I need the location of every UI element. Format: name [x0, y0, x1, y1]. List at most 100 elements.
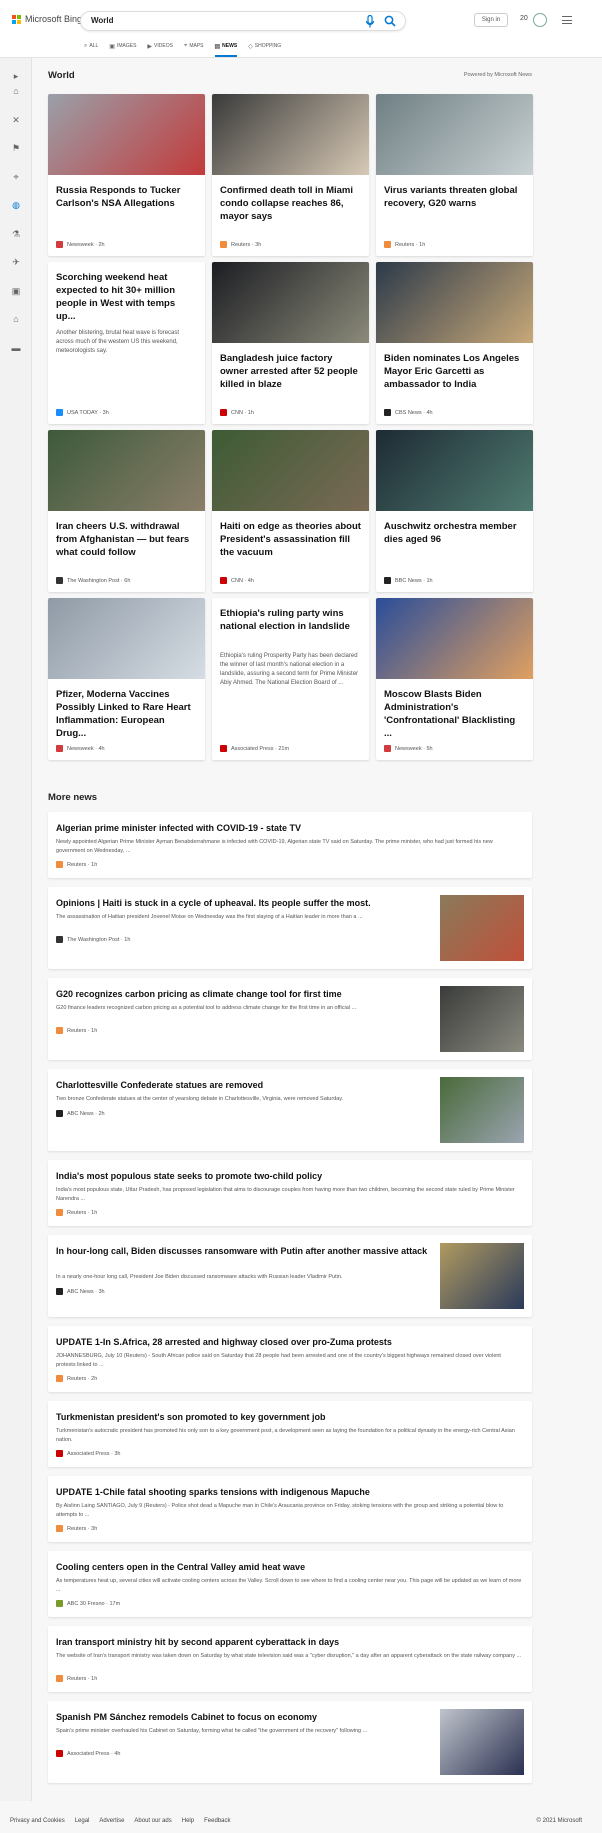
news-card-source[interactable]: Newsweek · 2h: [56, 241, 105, 248]
news-card-title[interactable]: Iran cheers U.S. withdrawal from Afghani…: [56, 520, 197, 559]
more-news-image[interactable]: [440, 1077, 524, 1143]
news-card-image[interactable]: [48, 598, 205, 679]
more-news-item[interactable]: Turkmenistan president's son promoted to…: [48, 1401, 532, 1467]
more-news-title[interactable]: Opinions | Haiti is stuck in a cycle of …: [56, 897, 428, 909]
footer-link[interactable]: Privacy and Cookies: [10, 1818, 65, 1824]
more-news-item[interactable]: UPDATE 1-In S.Africa, 28 arrested and hi…: [48, 1326, 532, 1392]
science-icon[interactable]: ⚗: [10, 228, 22, 240]
more-news-title[interactable]: G20 recognizes carbon pricing as climate…: [56, 988, 428, 1000]
news-card[interactable]: Iran cheers U.S. withdrawal from Afghani…: [48, 430, 205, 592]
more-news-title[interactable]: In hour-long call, Biden discusses ranso…: [56, 1245, 428, 1257]
news-card[interactable]: Haiti on edge as theories about Presiden…: [212, 430, 369, 592]
search-input[interactable]: World: [91, 16, 114, 25]
news-card[interactable]: Pfizer, Moderna Vaccines Possibly Linked…: [48, 598, 205, 760]
more-news-source[interactable]: Reuters · 1h: [56, 1027, 97, 1034]
news-card-image[interactable]: [376, 94, 533, 175]
news-card-title[interactable]: Moscow Blasts Biden Administration's 'Co…: [384, 688, 525, 740]
news-card-title[interactable]: Pfizer, Moderna Vaccines Possibly Linked…: [56, 688, 197, 740]
footer-link[interactable]: Legal: [75, 1818, 90, 1824]
tab-all[interactable]: ⌕ ALL: [84, 40, 98, 52]
more-news-source[interactable]: Reuters · 2h: [56, 1375, 97, 1382]
tab-videos[interactable]: ▶ VIDEOS: [147, 40, 173, 52]
sports-icon[interactable]: ✕: [10, 114, 22, 126]
news-card-image[interactable]: [48, 94, 205, 175]
search-box[interactable]: World: [80, 11, 406, 31]
flag-icon[interactable]: ⚑: [10, 142, 22, 154]
news-card[interactable]: Scorching weekend heat expected to hit 3…: [48, 262, 205, 424]
news-card[interactable]: Moscow Blasts Biden Administration's 'Co…: [376, 598, 533, 760]
footer-link[interactable]: About our ads: [134, 1818, 171, 1824]
news-card-source[interactable]: Newsweek · 5h: [384, 745, 433, 752]
news-card-image[interactable]: [212, 430, 369, 511]
news-card[interactable]: Biden nominates Los Angeles Mayor Eric G…: [376, 262, 533, 424]
more-news-item[interactable]: Algerian prime minister infected with CO…: [48, 812, 532, 878]
news-card-title[interactable]: Confirmed death toll in Miami condo coll…: [220, 184, 361, 223]
news-card[interactable]: Russia Responds to Tucker Carlson's NSA …: [48, 94, 205, 256]
news-card-source[interactable]: The Washington Post · 6h: [56, 577, 130, 584]
more-news-item[interactable]: G20 recognizes carbon pricing as climate…: [48, 978, 532, 1060]
news-card-title[interactable]: Biden nominates Los Angeles Mayor Eric G…: [384, 352, 525, 391]
news-card[interactable]: Confirmed death toll in Miami condo coll…: [212, 94, 369, 256]
more-news-source[interactable]: ABC News · 3h: [56, 1288, 105, 1295]
news-card[interactable]: Ethiopia's ruling party wins national el…: [212, 598, 369, 760]
more-news-item[interactable]: Opinions | Haiti is stuck in a cycle of …: [48, 887, 532, 969]
tab-images[interactable]: ▣ IMAGES: [109, 40, 136, 52]
more-news-source[interactable]: Reuters · 3h: [56, 1525, 97, 1532]
news-card-image[interactable]: [212, 94, 369, 175]
more-news-title[interactable]: Spanish PM Sánchez remodels Cabinet to f…: [56, 1711, 428, 1723]
more-news-source[interactable]: Reuters · 1h: [56, 1675, 97, 1682]
more-news-title[interactable]: India's most populous state seeks to pro…: [56, 1170, 522, 1182]
news-card-image[interactable]: [376, 262, 533, 343]
more-news-title[interactable]: Cooling centers open in the Central Vall…: [56, 1561, 522, 1573]
more-news-image[interactable]: [440, 986, 524, 1052]
news-card-source[interactable]: CNN · 1h: [220, 409, 254, 416]
more-news-title[interactable]: UPDATE 1-Chile fatal shooting sparks ten…: [56, 1486, 522, 1498]
sign-in-button[interactable]: Sign in: [474, 13, 508, 27]
more-news-source[interactable]: The Washington Post · 1h: [56, 936, 130, 943]
news-card[interactable]: Virus variants threaten global recovery,…: [376, 94, 533, 256]
more-news-image[interactable]: [440, 895, 524, 961]
business-icon[interactable]: ⌂: [10, 313, 22, 325]
more-news-item[interactable]: India's most populous state seeks to pro…: [48, 1160, 532, 1226]
hamburger-menu-icon[interactable]: [562, 16, 572, 24]
more-news-title[interactable]: Turkmenistan president's son promoted to…: [56, 1411, 522, 1423]
news-card[interactable]: Auschwitz orchestra member dies aged 96 B…: [376, 430, 533, 592]
rewards-points[interactable]: 20: [520, 15, 528, 22]
globe-icon[interactable]: ◍: [10, 199, 22, 211]
more-news-image[interactable]: [440, 1243, 524, 1309]
location-icon[interactable]: ⌖: [10, 171, 22, 183]
more-news-item[interactable]: Spanish PM Sánchez remodels Cabinet to f…: [48, 1701, 532, 1783]
microphone-icon[interactable]: [365, 15, 375, 28]
politics-icon[interactable]: ▬: [10, 342, 22, 354]
footer-link[interactable]: Help: [182, 1818, 194, 1824]
more-news-item[interactable]: Charlottesville Confederate statues are …: [48, 1069, 532, 1151]
news-card-image[interactable]: [48, 430, 205, 511]
search-icon[interactable]: [384, 15, 396, 27]
more-news-item[interactable]: Cooling centers open in the Central Vall…: [48, 1551, 532, 1617]
footer-link[interactable]: Advertise: [99, 1818, 124, 1824]
more-news-source[interactable]: Associated Press · 4h: [56, 1750, 121, 1757]
news-card-source[interactable]: USA TODAY · 3h: [56, 409, 109, 416]
news-card-title[interactable]: Auschwitz orchestra member dies aged 96: [384, 520, 525, 546]
entertainment-icon[interactable]: ▣: [10, 285, 22, 297]
rewards-medal-icon[interactable]: [533, 13, 547, 27]
more-news-source[interactable]: ABC News · 2h: [56, 1110, 105, 1117]
news-card-image[interactable]: [376, 598, 533, 679]
more-news-title[interactable]: Charlottesville Confederate statues are …: [56, 1079, 428, 1091]
footer-link[interactable]: Feedback: [204, 1818, 230, 1824]
more-news-image[interactable]: [440, 1709, 524, 1775]
news-card-title[interactable]: Russia Responds to Tucker Carlson's NSA …: [56, 184, 197, 210]
tab-shopping[interactable]: ◇ SHOPPING: [248, 40, 281, 52]
news-card-title[interactable]: Scorching weekend heat expected to hit 3…: [56, 271, 197, 323]
news-card-source[interactable]: Newsweek · 4h: [56, 745, 105, 752]
more-news-item[interactable]: UPDATE 1-Chile fatal shooting sparks ten…: [48, 1476, 532, 1542]
news-card-source[interactable]: CBS News · 4h: [384, 409, 433, 416]
tab-maps[interactable]: ⌖ MAPS: [184, 40, 204, 52]
news-card-source[interactable]: BBC News · 1h: [384, 577, 433, 584]
more-news-source[interactable]: Reuters · 1h: [56, 861, 97, 868]
chevron-right-icon[interactable]: ▸: [10, 70, 22, 82]
news-card-title[interactable]: Virus variants threaten global recovery,…: [384, 184, 525, 210]
news-card[interactable]: Bangladesh juice factory owner arrested …: [212, 262, 369, 424]
bing-logo[interactable]: Microsoft Bing: [12, 14, 82, 24]
news-card-image[interactable]: [376, 430, 533, 511]
